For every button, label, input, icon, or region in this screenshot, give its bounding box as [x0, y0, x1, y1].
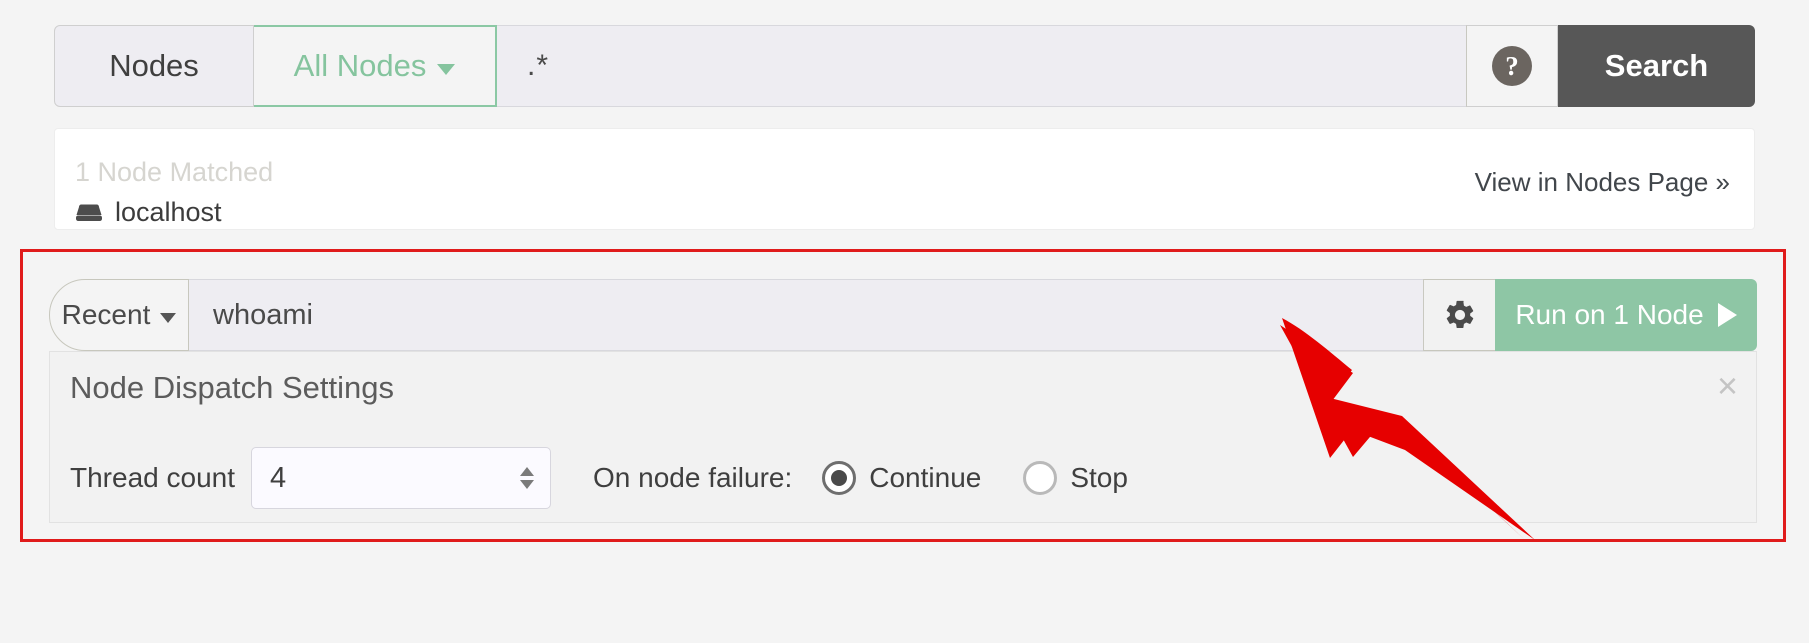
radio-label-continue: Continue: [869, 462, 982, 493]
run-button-label: Run on 1 Node: [1515, 299, 1704, 330]
run-command-section: Recent whoami Run on 1 Node Node Dispatc…: [20, 249, 1786, 542]
help-button[interactable]: ?: [1466, 25, 1558, 107]
gear-icon: [1446, 300, 1473, 329]
recent-commands-dropdown[interactable]: Recent: [49, 279, 189, 351]
dispatch-settings-row: Thread count 4 On node failure: Continue: [70, 447, 1170, 509]
nodes-label: Nodes: [54, 25, 254, 107]
radio-button-unselected-icon[interactable]: [1023, 461, 1058, 495]
search-button[interactable]: Search: [1558, 25, 1755, 107]
close-icon[interactable]: ×: [1717, 368, 1738, 404]
chevron-down-icon: [437, 63, 456, 75]
on-node-failure-label: On node failure:: [593, 462, 793, 493]
run-on-nodes-button[interactable]: Run on 1 Node: [1495, 279, 1757, 351]
dispatch-settings-title: Node Dispatch Settings: [70, 370, 394, 405]
stepper-down-icon[interactable]: [520, 480, 534, 489]
all-nodes-dropdown[interactable]: All Nodes: [254, 25, 497, 107]
play-triangle-icon: [1717, 303, 1737, 327]
radio-dot: [831, 470, 848, 486]
command-bar: Recent whoami Run on 1 Node: [49, 279, 1757, 351]
view-in-nodes-page-link[interactable]: View in Nodes Page »: [1475, 167, 1730, 198]
radio-button-selected-icon[interactable]: [822, 461, 857, 495]
node-search-bar: Nodes All Nodes .* ? Search: [54, 25, 1755, 107]
command-input[interactable]: whoami: [189, 279, 1423, 351]
stepper-up-icon[interactable]: [520, 467, 534, 476]
thread-count-stepper[interactable]: [520, 467, 534, 489]
matched-node-row[interactable]: localhost: [75, 197, 222, 228]
page-root: Nodes All Nodes .* ? Search 1 Node Match…: [0, 0, 1809, 643]
all-nodes-label: All Nodes: [293, 48, 427, 83]
thread-count-input[interactable]: 4: [251, 447, 551, 509]
thread-count-label: Thread count: [70, 462, 235, 493]
question-mark-icon: ?: [1492, 46, 1532, 86]
server-icon: [76, 204, 102, 221]
matched-count-label: 1 Node Matched: [75, 157, 274, 187]
recent-label: Recent: [61, 299, 151, 330]
radio-option-continue[interactable]: Continue: [822, 461, 981, 495]
radio-option-stop[interactable]: Stop: [1023, 461, 1128, 495]
node-filter-input[interactable]: .*: [497, 25, 1466, 107]
node-dispatch-settings-panel: Node Dispatch Settings × Thread count 4 …: [49, 351, 1757, 523]
matched-node-name: localhost: [115, 197, 222, 227]
matched-nodes-card: 1 Node Matched localhost View in Nodes P…: [54, 128, 1755, 230]
radio-label-stop: Stop: [1070, 462, 1128, 493]
chevron-down-icon: [160, 312, 177, 323]
thread-count-value: 4: [270, 461, 287, 494]
dispatch-settings-button[interactable]: [1423, 279, 1495, 351]
